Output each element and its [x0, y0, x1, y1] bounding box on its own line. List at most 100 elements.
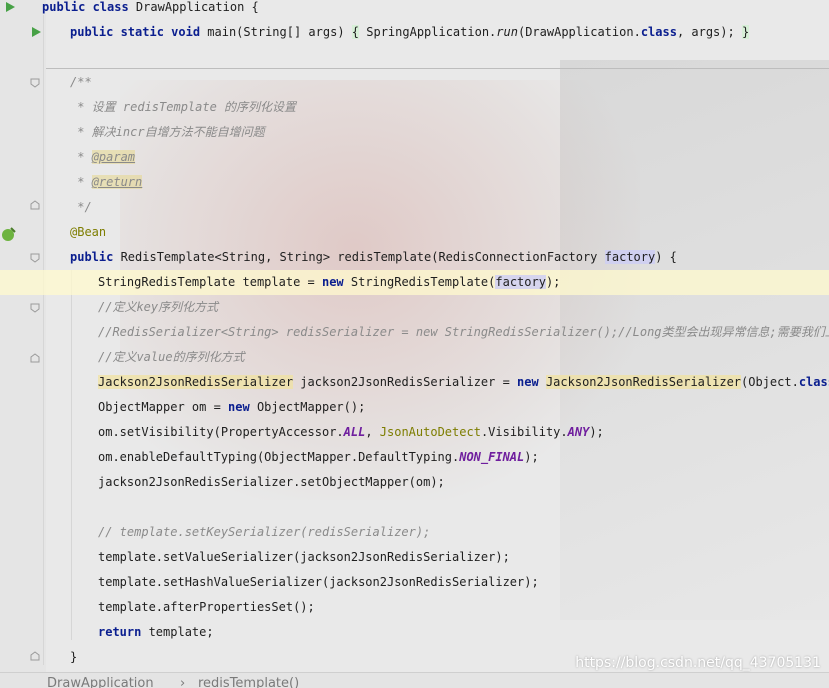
code-token: * 解决incr自增方法不能自增问题 [70, 125, 265, 139]
code-text: om.setVisibility(PropertyAccessor.ALL, J… [98, 420, 604, 445]
code-token: main(String[] args) [207, 25, 352, 39]
code-token: new [228, 400, 257, 414]
code-text: @Bean [70, 220, 106, 245]
code-line[interactable]: Jackson2JsonRedisSerializer jackson2Json… [0, 370, 829, 395]
code-token: ANY [567, 425, 590, 439]
code-token: , [365, 425, 380, 439]
code-line[interactable]: public static void main(String[] args) {… [0, 20, 829, 45]
code-text: Jackson2JsonRedisSerializer jackson2Json… [98, 370, 829, 395]
fold-icon[interactable] [30, 253, 40, 263]
code-token: * [70, 150, 92, 164]
code-token: Jackson2JsonRedisSerializer [98, 375, 294, 389]
code-line[interactable]: public RedisTemplate<String, String> red… [0, 245, 829, 270]
code-line[interactable]: //定义key序列化方式 [0, 295, 829, 320]
code-token: } [70, 650, 78, 664]
code-text: StringRedisTemplate template = new Strin… [98, 270, 560, 295]
code-text: */ [70, 195, 92, 220]
code-line[interactable]: //RedisSerializer<String> redisSerialize… [0, 320, 829, 345]
code-line[interactable]: return template; [0, 620, 829, 645]
code-token: new [517, 375, 546, 389]
code-line[interactable]: @Bean [0, 220, 829, 245]
code-line[interactable]: jackson2JsonRedisSerializer.setObjectMap… [0, 470, 829, 495]
code-token: ) { [655, 250, 677, 264]
code-token: StringRedisTemplate( [350, 275, 496, 289]
code-text: return template; [98, 620, 214, 645]
code-token: //定义value的序列化方式 [98, 350, 245, 364]
code-token: jackson2JsonRedisSerializer.setObjectMap… [98, 475, 445, 489]
code-line[interactable]: //定义value的序列化方式 [0, 345, 829, 370]
code-text: //定义value的序列化方式 [98, 345, 245, 370]
code-text: * 设置 redisTemplate 的序列化设置 [70, 95, 296, 120]
code-token: class [640, 25, 677, 39]
code-token: (DrawApplication. [517, 25, 641, 39]
code-token: factory [604, 250, 656, 264]
code-line[interactable]: */ [0, 195, 829, 220]
method-separator [46, 68, 829, 69]
code-line[interactable]: * 设置 redisTemplate 的序列化设置 [0, 95, 829, 120]
breadcrumb-method[interactable]: redisTemplate() [198, 676, 299, 688]
code-token: @param [91, 150, 136, 164]
code-token: SpringApplication. [359, 25, 497, 39]
code-line[interactable]: ObjectMapper om = new ObjectMapper(); [0, 395, 829, 420]
code-token: class [798, 375, 829, 389]
code-token: JsonAutoDetect [379, 425, 481, 439]
code-token: ); [524, 450, 539, 464]
fold-icon[interactable] [30, 651, 40, 661]
breadcrumb-separator: › [180, 676, 186, 688]
code-text: public RedisTemplate<String, String> red… [70, 245, 677, 270]
code-text: //定义key序列化方式 [98, 295, 218, 320]
spring-bean-icon[interactable] [0, 226, 18, 242]
fold-icon[interactable] [30, 303, 40, 313]
code-editor[interactable]: public class DrawApplication {public sta… [0, 0, 829, 672]
fold-icon[interactable] [30, 353, 40, 363]
code-token: { [351, 25, 360, 39]
code-token: */ [70, 200, 92, 214]
breadcrumb-class[interactable]: DrawApplication [47, 676, 154, 688]
run-icon[interactable] [4, 1, 16, 13]
run-icon[interactable] [30, 26, 42, 38]
code-token: template; [148, 625, 214, 639]
code-text: template.setHashValueSerializer(jackson2… [98, 570, 539, 595]
code-text: template.setValueSerializer(jackson2Json… [98, 545, 510, 570]
code-token: public static void [70, 25, 208, 39]
code-line[interactable]: * @return [0, 170, 829, 195]
code-line[interactable]: template.setHashValueSerializer(jackson2… [0, 570, 829, 595]
watermark: https://blog.csdn.net/qq_43705131 [575, 655, 821, 671]
code-token: DrawApplication { [135, 0, 259, 14]
code-line[interactable]: om.setVisibility(PropertyAccessor.ALL, J… [0, 420, 829, 445]
code-line[interactable]: StringRedisTemplate template = new Strin… [0, 270, 829, 295]
code-line[interactable]: public class DrawApplication { [0, 0, 829, 20]
code-line[interactable]: /** [0, 70, 829, 95]
code-token: template.setValueSerializer(jackson2Json… [98, 550, 510, 564]
code-text: public class DrawApplication { [42, 0, 259, 20]
code-line[interactable]: // template.setKeySerializer(redisSerial… [0, 520, 829, 545]
code-token: @return [91, 175, 143, 189]
code-token: jackson2JsonRedisSerializer = [293, 375, 518, 389]
code-token: new [321, 275, 351, 289]
fold-icon[interactable] [30, 200, 40, 210]
code-text: template.afterPropertiesSet(); [98, 595, 315, 620]
fold-icon[interactable] [30, 78, 40, 88]
code-token: @Bean [70, 225, 107, 239]
code-token: factory [495, 275, 546, 289]
code-text: /** [70, 70, 92, 95]
code-text: om.enableDefaultTyping(ObjectMapper.Defa… [98, 445, 539, 470]
code-text: public static void main(String[] args) {… [70, 20, 750, 45]
code-token: (Object. [741, 375, 799, 389]
code-token: NON_FINAL [459, 450, 525, 464]
code-token: public [70, 250, 121, 264]
code-line[interactable]: om.enableDefaultTyping(ObjectMapper.Defa… [0, 445, 829, 470]
code-line[interactable]: template.afterPropertiesSet(); [0, 595, 829, 620]
code-line[interactable]: * @param [0, 145, 829, 170]
code-token: RedisTemplate<String, String> redisTempl… [120, 250, 605, 264]
code-token: StringRedisTemplate template = [98, 275, 322, 289]
code-token: /** [70, 75, 92, 89]
code-token: ObjectMapper om = [98, 400, 229, 414]
code-line[interactable]: * 解决incr自增方法不能自增问题 [0, 120, 829, 145]
code-token: , args); [676, 25, 742, 39]
code-token: .Visibility. [480, 425, 568, 439]
code-token: ); [589, 425, 604, 439]
code-line[interactable]: template.setValueSerializer(jackson2Json… [0, 545, 829, 570]
code-text: * 解决incr自增方法不能自增问题 [70, 120, 265, 145]
code-token: public class [42, 0, 136, 14]
